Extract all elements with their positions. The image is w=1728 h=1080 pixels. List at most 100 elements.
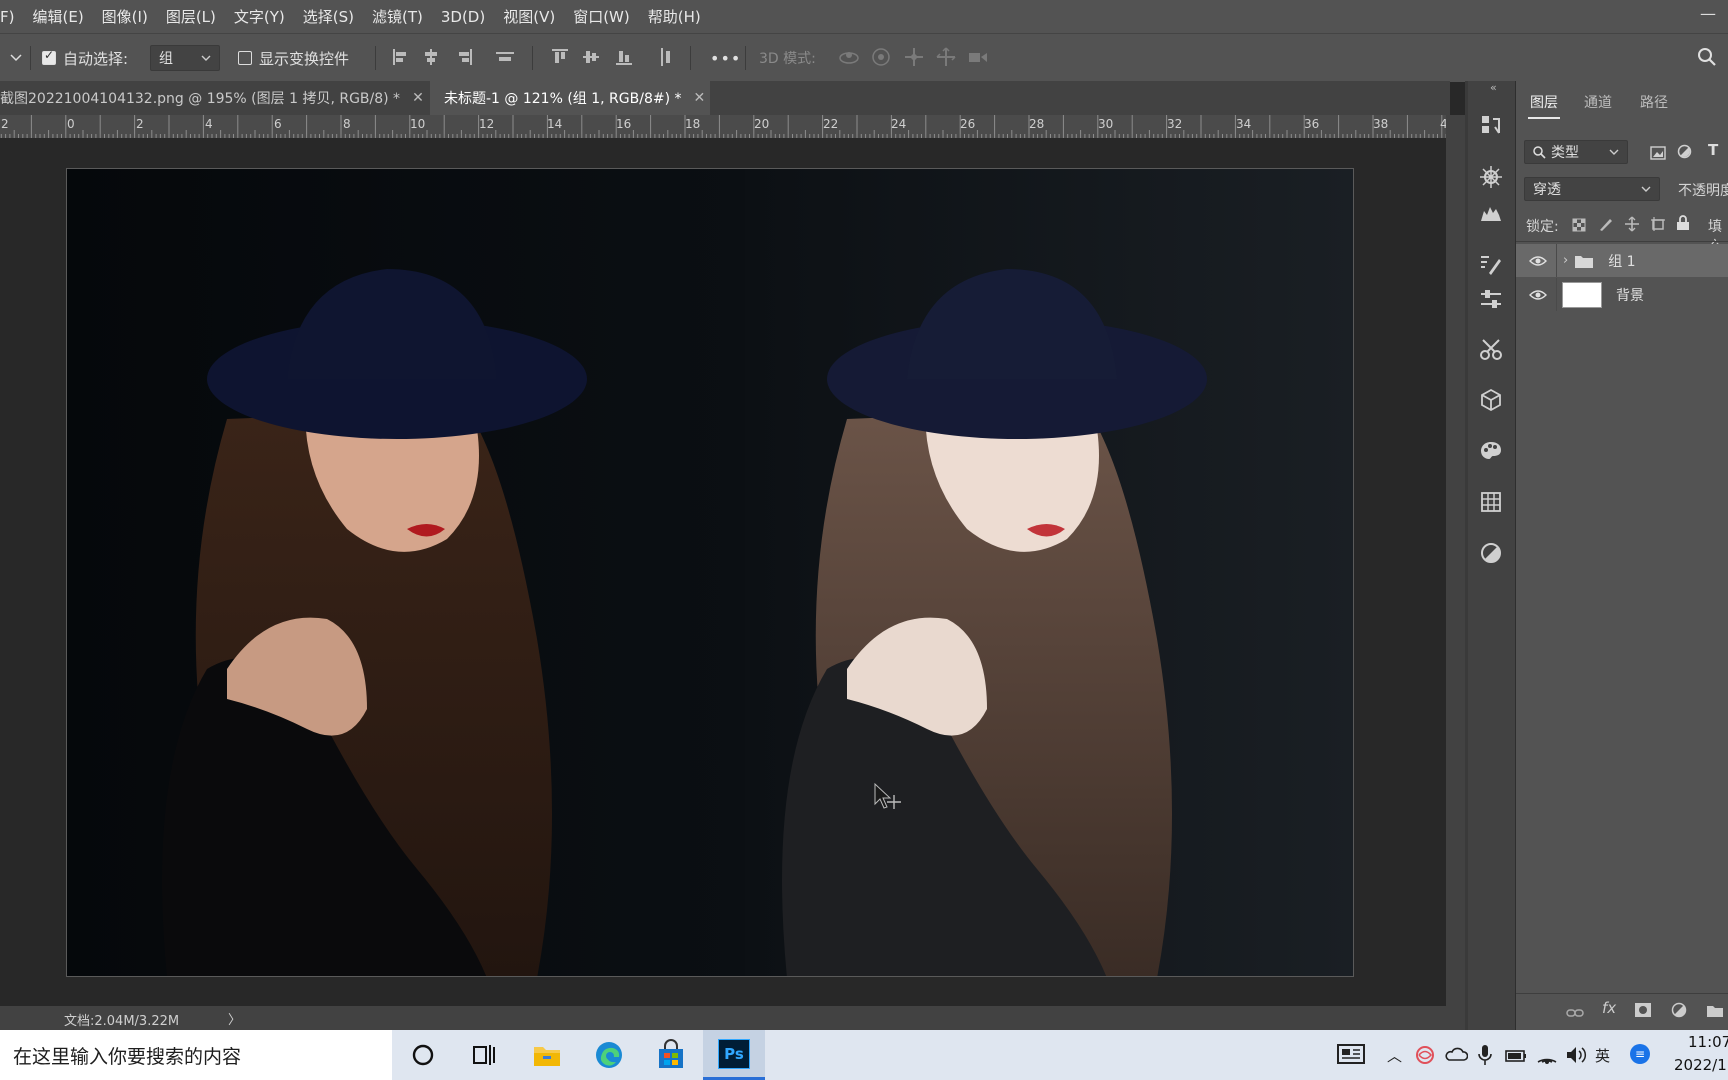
taskbar-search-input[interactable]: 在这里输入你要搜索的内容: [0, 1030, 392, 1080]
3d-scale-icon[interactable]: [967, 46, 989, 68]
grid-table-icon[interactable]: [1479, 490, 1503, 514]
layer-row-group[interactable]: › 组 1: [1516, 244, 1728, 277]
document-tab-bar: 截图20221004104132.png @ 195% (图层 1 拷贝, RG…: [0, 81, 1450, 115]
new-group-folder-icon[interactable]: [1706, 1003, 1724, 1022]
collapse-icon[interactable]: «: [1490, 81, 1497, 94]
distribute-vertical-icon[interactable]: [655, 46, 677, 68]
align-vcenter-icon[interactable]: [580, 46, 602, 68]
menu-edit[interactable]: 编辑(E): [23, 6, 92, 27]
chevron-right-icon[interactable]: ›: [1563, 253, 1568, 268]
add-mask-icon[interactable]: [1634, 1002, 1652, 1022]
menu-filter[interactable]: 滤镜(T): [363, 6, 432, 27]
ime-language-indicator[interactable]: 英: [1595, 1045, 1610, 1066]
photoshop-taskbar-button[interactable]: Ps: [703, 1030, 765, 1080]
menu-select[interactable]: 选择(S): [294, 6, 363, 27]
3d-slide-icon[interactable]: [935, 46, 957, 68]
lock-transparent-icon[interactable]: [1572, 217, 1586, 236]
onedrive-cloud-icon[interactable]: [1444, 1046, 1469, 1066]
filter-adjustment-icon[interactable]: [1677, 144, 1692, 163]
align-top-icon[interactable]: [549, 46, 571, 68]
opacity-label: 不透明度: [1678, 183, 1728, 199]
lock-all-icon[interactable]: [1676, 215, 1690, 235]
file-explorer-icon[interactable]: [531, 1039, 563, 1071]
blend-mode-select[interactable]: 穿透: [1524, 177, 1660, 201]
show-hidden-icons-chevron-up-icon[interactable]: ︿: [1387, 1045, 1402, 1066]
show-transform-checkbox[interactable]: [238, 51, 252, 65]
tool-preset-dropdown[interactable]: [10, 34, 22, 82]
menu-bar: F) 编辑(E) 图像(I) 图层(L) 文字(Y) 选择(S) 滤镜(T) 3…: [0, 0, 1728, 33]
eye-icon[interactable]: [1529, 289, 1547, 301]
news-widget-icon[interactable]: [1336, 1042, 1368, 1074]
folder-icon: [1575, 255, 1594, 268]
lock-artboard-icon[interactable]: [1650, 216, 1666, 236]
menu-type[interactable]: 文字(Y): [225, 6, 294, 27]
auto-select-target-select[interactable]: 组: [150, 45, 220, 71]
layer-name[interactable]: 背景: [1616, 285, 1644, 305]
tab-layers[interactable]: 图层: [1530, 92, 1558, 112]
microsoft-store-icon[interactable]: [655, 1039, 687, 1071]
adjustments-icon[interactable]: [1479, 287, 1503, 311]
window-minimize-button[interactable]: —: [1700, 4, 1716, 23]
more-options-button[interactable]: •••: [710, 34, 741, 82]
menu-view[interactable]: 视图(V): [494, 6, 564, 27]
volume-icon[interactable]: [1565, 1045, 1587, 1069]
app-tray-icon[interactable]: [1414, 1044, 1436, 1070]
document-image[interactable]: [66, 168, 1354, 977]
link-layers-icon[interactable]: [1566, 1004, 1584, 1023]
3d-pan-icon[interactable]: [903, 46, 925, 68]
layer-filter-select[interactable]: 类型: [1524, 140, 1628, 164]
input-method-icon[interactable]: ≡: [1630, 1044, 1650, 1064]
align-hcenter-icon[interactable]: [420, 46, 442, 68]
microphone-icon[interactable]: [1478, 1044, 1492, 1070]
clone-source-icon[interactable]: [1479, 337, 1503, 361]
clock-time[interactable]: 11:07: [1688, 1033, 1728, 1051]
close-icon[interactable]: ✕: [694, 90, 706, 106]
eye-icon[interactable]: [1529, 255, 1547, 267]
menu-image[interactable]: 图像(I): [93, 6, 157, 27]
search-icon[interactable]: [1696, 46, 1718, 68]
battery-icon[interactable]: [1505, 1048, 1527, 1067]
filter-type-icon[interactable]: T: [1708, 141, 1718, 159]
tab-document-screenshot[interactable]: 截图20221004104132.png @ 195% (图层 1 拷贝, RG…: [0, 81, 425, 115]
lock-position-move-icon[interactable]: [1624, 216, 1640, 236]
lock-pixels-brush-icon[interactable]: [1598, 216, 1614, 236]
adjustment-circle-icon[interactable]: [1479, 541, 1503, 565]
3d-roll-icon[interactable]: [870, 46, 892, 68]
navigator-icon[interactable]: [1479, 165, 1503, 189]
tab-document-untitled[interactable]: 未标题-1 @ 121% (组 1, RGB/8#) * ✕: [430, 81, 710, 115]
menu-file-partial[interactable]: F): [0, 8, 23, 26]
align-bottom-icon[interactable]: [613, 46, 635, 68]
history-icon[interactable]: [1479, 113, 1503, 137]
menu-3d[interactable]: 3D(D): [432, 8, 494, 26]
filter-image-icon[interactable]: [1650, 145, 1666, 164]
vertical-scrollbar[interactable]: [1446, 115, 1465, 1006]
brush-settings-icon[interactable]: [1479, 253, 1503, 277]
menu-window[interactable]: 窗口(W): [564, 6, 639, 27]
swatches-palette-icon[interactable]: [1479, 439, 1503, 463]
ruler-label: 28: [1029, 117, 1045, 131]
edge-browser-icon[interactable]: [593, 1039, 625, 1071]
histogram-icon[interactable]: [1479, 201, 1503, 225]
close-icon[interactable]: ✕: [412, 90, 424, 106]
status-menu-arrow[interactable]: 〉: [228, 1009, 241, 1028]
ruler-label: 12: [479, 117, 495, 131]
distribute-icon[interactable]: [494, 46, 516, 68]
new-adjustment-layer-icon[interactable]: [1671, 1002, 1687, 1022]
layer-row-background[interactable]: 背景: [1516, 278, 1728, 311]
task-view-icon[interactable]: [468, 1039, 500, 1071]
wifi-icon[interactable]: [1536, 1044, 1558, 1068]
tab-channels[interactable]: 通道: [1584, 92, 1612, 112]
menu-help[interactable]: 帮助(H): [639, 6, 710, 27]
3d-cube-icon[interactable]: [1479, 388, 1503, 412]
auto-select-checkbox[interactable]: [42, 48, 56, 65]
clock-date[interactable]: 2022/1: [1674, 1056, 1727, 1074]
options-bar: 自动选择: 组 显示变换控件 ••• 3D 模式:: [0, 33, 1728, 82]
cortana-icon[interactable]: [407, 1039, 439, 1071]
align-right-icon[interactable]: [453, 46, 475, 68]
align-left-icon[interactable]: [390, 46, 412, 68]
3d-orbit-icon[interactable]: [838, 46, 860, 68]
fx-button[interactable]: fx: [1602, 999, 1616, 1017]
menu-layer[interactable]: 图层(L): [157, 6, 225, 27]
tab-paths[interactable]: 路径: [1640, 92, 1668, 112]
layer-name[interactable]: 组 1: [1608, 251, 1635, 271]
